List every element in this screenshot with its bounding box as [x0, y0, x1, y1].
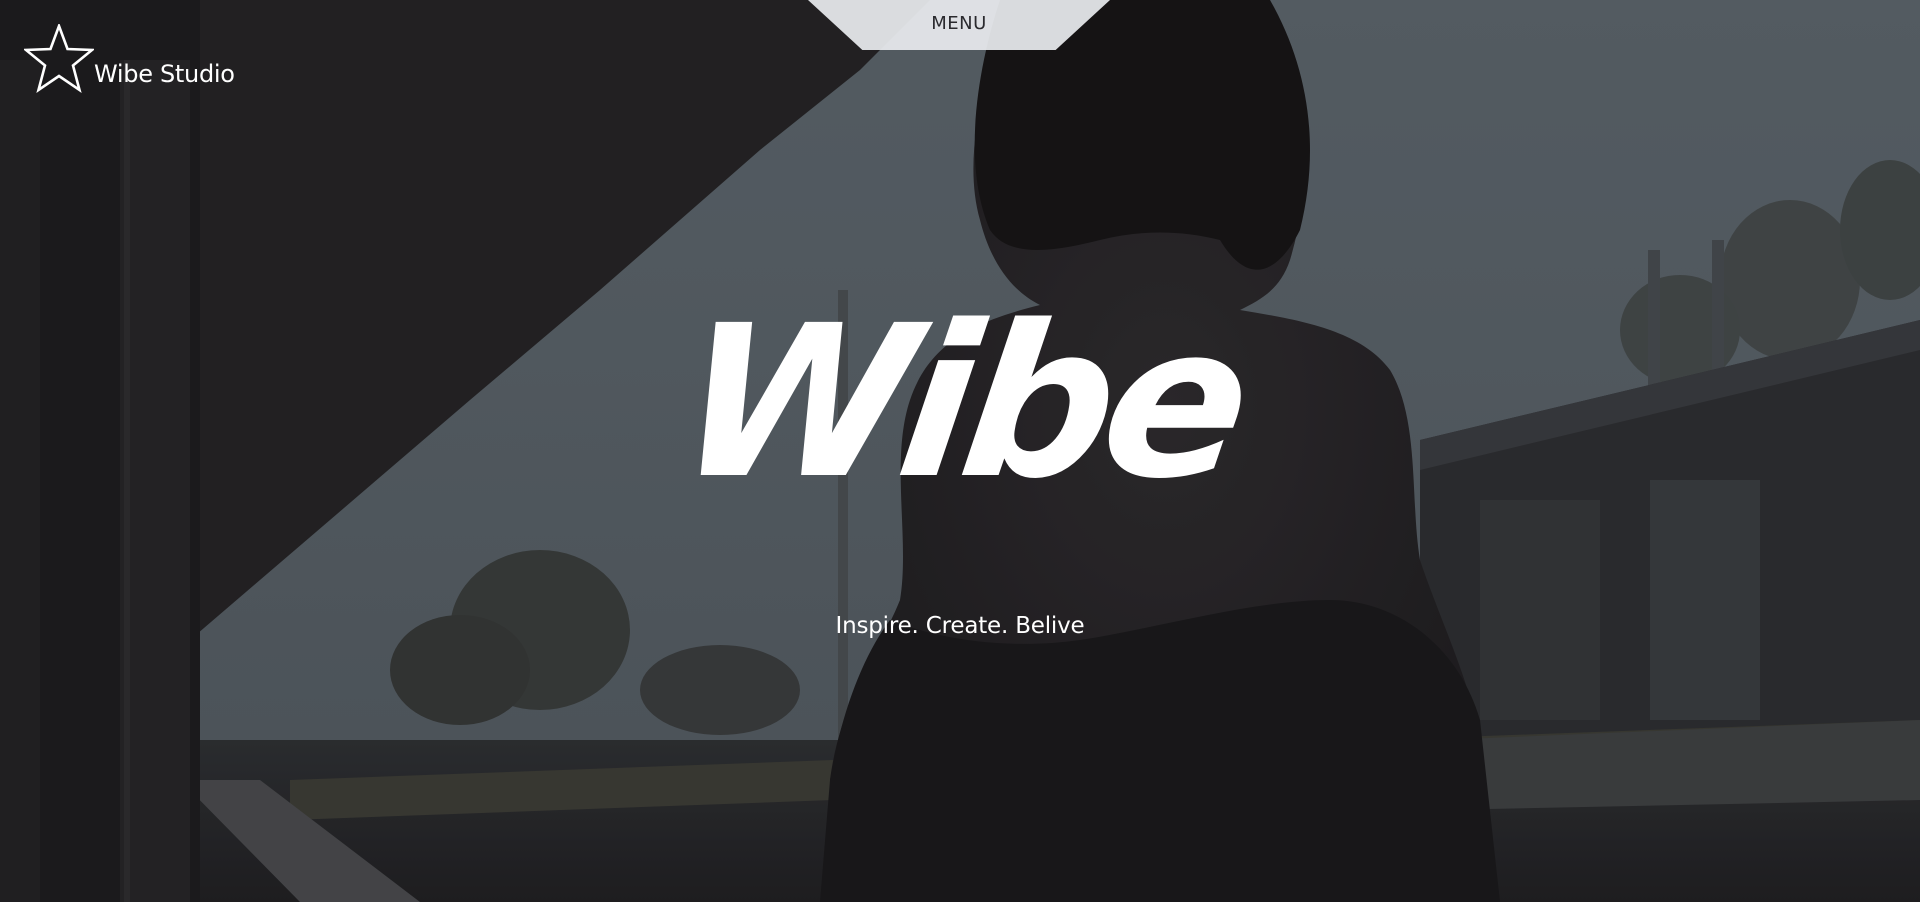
logo-text: Wibe Studio: [94, 60, 235, 88]
logo-link[interactable]: Wibe Studio: [24, 24, 235, 94]
menu-label: MENU: [931, 12, 987, 34]
hero-section: MENU Wibe Studio Wibe Inspire. Create. B…: [0, 0, 1920, 902]
hero-tagline: Inspire. Create. Belive: [835, 613, 1085, 639]
star-outline-icon: [24, 24, 94, 94]
hero-title: Wibe: [664, 280, 1256, 525]
